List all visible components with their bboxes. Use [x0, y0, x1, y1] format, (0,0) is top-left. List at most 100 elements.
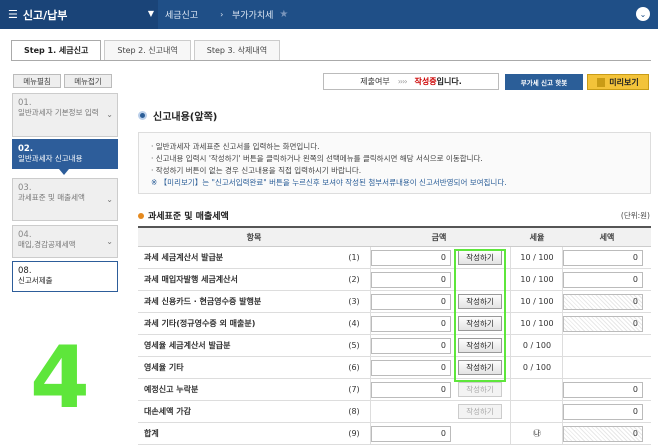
row-label: 과세 세금계산서 발급분 [144, 253, 224, 262]
chevron-right-icon: › [220, 10, 224, 19]
row-number: (2) [348, 275, 360, 284]
row-label: 과세 매입자발행 세금계산서 [144, 275, 238, 284]
row-label: 대손세액 가감 [144, 407, 191, 416]
row-number: (4) [348, 319, 360, 328]
tax-amount-input[interactable]: 0 [563, 271, 643, 288]
tax-rate: 0 / 100 [522, 340, 552, 350]
row-number: (8) [348, 407, 360, 416]
sidebar-item-purchase-deduction[interactable]: 04. 매입,경감공제세액 ⌄ [12, 225, 118, 258]
write-button[interactable]: 작성하기 [458, 360, 502, 375]
table-row: 영세율 세금계산서 발급분 (5) 0 작성하기 0 / 100 [138, 335, 651, 357]
row-label: 영세율 기타 [144, 363, 184, 372]
table-row: 합계 (9) 0 ㉯ 0 [138, 423, 651, 445]
chevron-down-icon: ⌄ [106, 194, 113, 204]
tab-step1[interactable]: Step 1. 세금신고 [11, 40, 102, 60]
document-icon [597, 77, 606, 87]
chevron-down-icon: ⌄ [106, 236, 113, 246]
bullet-icon [138, 212, 144, 219]
write-button[interactable]: 작성하기 [458, 294, 502, 309]
row-number: (1) [348, 253, 360, 262]
row-number: (6) [348, 363, 360, 372]
tax-amount-input[interactable]: 0 [563, 425, 643, 442]
amount-input[interactable]: 0 [371, 337, 451, 354]
row-number: (3) [348, 297, 360, 306]
write-button[interactable]: 작성하기 [458, 382, 502, 397]
tax-rate: 10 / 100 [520, 252, 554, 262]
tax-amount-input[interactable]: 0 [563, 293, 643, 310]
section-bullet-icon [138, 111, 147, 120]
sidebar-item-submit[interactable]: 08. 신고서제출 [12, 261, 118, 292]
amount-input[interactable]: 0 [371, 249, 451, 266]
table-row: 예정신고 누락분 (7) 0 작성하기 0 [138, 379, 651, 401]
tax-rate [514, 401, 560, 422]
row-label: 합계 [144, 429, 159, 438]
tab-divider [11, 60, 651, 61]
amount-input[interactable]: 0 [371, 293, 451, 310]
row-label: 과세 기타(정규영수증 외 매출분) [144, 319, 256, 328]
sidebar-item-tax-base[interactable]: 03. 과세표준 및 매출세액 ⌄ [12, 178, 118, 221]
unit-label: (단위:원) [620, 211, 650, 220]
sidebar-item-basic-info[interactable]: 01. 일반과세자 기본정보 입력 ⌄ [12, 93, 118, 137]
hamburger-icon: ☰ [8, 8, 18, 21]
sidebar-item-report-content[interactable]: 02. 일반과세자 신고내용 [12, 139, 118, 169]
row-label: 과세 신용카드 · 현금영수증 발행분 [144, 297, 262, 306]
step-overlay-number: 4 [30, 328, 90, 428]
row-label: 예정신고 누락분 [144, 385, 199, 394]
write-button[interactable]: 작성하기 [458, 316, 502, 331]
write-button[interactable]: 작성하기 [458, 250, 502, 265]
amount-input[interactable]: 0 [371, 359, 451, 376]
chevron-down-icon: ⌄ [106, 110, 113, 119]
table-row: 대손세액 가감 (8) 작성하기 0 [138, 401, 651, 423]
tax-rate: ㉯ [533, 428, 541, 438]
breadcrumb-vat[interactable]: 부가가치세 ★ [232, 0, 288, 29]
tax-base-table: 항목 금액 세율 세액 과세 세금계산서 발급분 (1) 0 작성하기 10 / 100… [138, 226, 651, 445]
info-box: · 일반과세자 과세표준 신고서를 입력하는 화면입니다. · 신고내용 입력시… [138, 132, 651, 194]
menu-toggle[interactable]: ☰ 신고/납부 ▼ [0, 0, 158, 29]
menu-collapse-button[interactable]: 메뉴접기 [64, 74, 112, 88]
row-label: 영세율 세금계산서 발급분 [144, 341, 231, 350]
amount-input[interactable]: 0 [371, 425, 451, 442]
table-row: 과세 매입자발행 세금계산서 (2) 0 10 / 100 0 [138, 269, 651, 291]
amount-input[interactable]: 0 [371, 315, 451, 332]
menu-expand-button[interactable]: 메뉴펼침 [13, 74, 61, 88]
submission-status: 제출여부 ›››› 작성중입니다. [323, 73, 499, 90]
breadcrumb-tax-filing[interactable]: 세금신고 › [165, 0, 223, 29]
table-row: 영세율 기타 (6) 0 작성하기 0 / 100 [138, 357, 651, 379]
section-title: 신고내용(앞쪽) [138, 108, 217, 123]
step-tabs: Step 1. 세금신고 Step 2. 신고내역 Step 3. 삭제내역 [11, 40, 283, 60]
sidebar-tools: 메뉴펼침 메뉴접기 [13, 74, 115, 88]
menu-label: 신고/납부 [22, 8, 68, 22]
tax-amount-input[interactable]: 0 [563, 315, 643, 332]
chevron-down-icon[interactable]: ⌄ [636, 7, 650, 21]
favorite-star-icon[interactable]: ★ [279, 9, 288, 20]
tax-amount-input[interactable]: 0 [563, 403, 643, 420]
table-header: 항목 금액 세율 세액 [138, 228, 651, 247]
tax-rate [514, 379, 560, 400]
table-row: 과세 세금계산서 발급분 (1) 0 작성하기 10 / 100 0 [138, 247, 651, 269]
tax-rate: 0 / 100 [522, 362, 552, 372]
row-number: (9) [348, 429, 360, 438]
active-indicator [59, 169, 69, 175]
status-state: 작성중 [414, 77, 437, 86]
caret-down-icon: ▼ [147, 9, 154, 18]
preview-button[interactable]: 미리보기 [587, 74, 649, 90]
table-row: 과세 신용카드 · 현금영수증 발행분 (3) 0 작성하기 10 / 100 0 [138, 291, 651, 313]
top-nav-bar: ☰ 신고/납부 ▼ 세금신고 › 부가가치세 ★ ⌄ [0, 0, 658, 29]
row-number: (7) [348, 385, 360, 394]
amount-input[interactable]: 0 [371, 381, 451, 398]
row-number: (5) [348, 341, 360, 350]
write-button[interactable]: 작성하기 [458, 404, 502, 419]
tab-step2[interactable]: Step 2. 신고내역 [104, 40, 191, 60]
tab-step3[interactable]: Step 3. 삭제내역 [193, 40, 281, 60]
tax-rate: 10 / 100 [520, 296, 554, 306]
tax-amount-input[interactable]: 0 [563, 381, 643, 398]
table-row: 과세 기타(정규영수증 외 매출분) (4) 0 작성하기 10 / 100 0 [138, 313, 651, 335]
write-button[interactable]: 작성하기 [458, 338, 502, 353]
tax-rate: 10 / 100 [520, 318, 554, 328]
vat-help-button[interactable]: 부가세 신고 핫봇 [505, 74, 583, 90]
table-body: 과세 세금계산서 발급분 (1) 0 작성하기 10 / 100 0 과세 매입자발행 세금… [138, 247, 651, 445]
tax-amount-input[interactable]: 0 [563, 249, 643, 266]
tax-rate: 10 / 100 [520, 274, 554, 284]
amount-input[interactable]: 0 [371, 271, 451, 288]
table-title: 과세표준 및 매출세액 [138, 209, 229, 222]
